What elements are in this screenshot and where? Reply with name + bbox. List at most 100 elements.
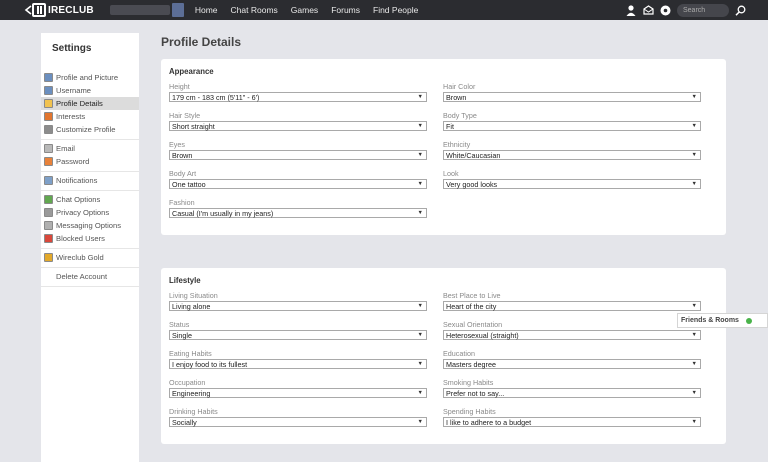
sidebar-item-delete-account[interactable]: Delete Account — [41, 270, 139, 283]
hair-color-select[interactable]: Brown ▼ — [443, 92, 701, 102]
chevron-down-icon: ▼ — [417, 390, 423, 396]
living-situation-select[interactable]: Living alone ▼ — [169, 301, 427, 311]
blocked-icon — [44, 234, 53, 243]
sidebar-item-privacy-options[interactable]: Privacy Options — [41, 206, 139, 219]
inbox-icon[interactable] — [642, 4, 654, 16]
friends-rooms-tab[interactable]: Friends & Rooms — [677, 313, 768, 328]
nav-games[interactable]: Games — [291, 0, 318, 20]
gold-icon — [44, 253, 53, 262]
field-label: Living Situation — [169, 291, 218, 300]
best-place-to-live-select[interactable]: Heart of the city ▼ — [443, 301, 701, 311]
sidebar-item-notifications[interactable]: Notifications — [41, 174, 139, 187]
field-label: Look — [443, 169, 459, 178]
field-occupation: Occupation Engineering ▼ — [169, 378, 427, 398]
sidebar-item-chat-options[interactable]: Chat Options — [41, 193, 139, 206]
search-input[interactable]: Search — [677, 3, 729, 17]
select-value: I enjoy food to its fullest — [172, 359, 248, 369]
chevron-down-icon: ▼ — [417, 361, 423, 367]
spending-habits-select[interactable]: I like to adhere to a budget ▼ — [443, 417, 701, 427]
sidebar-item-wireclub-gold[interactable]: Wireclub Gold — [41, 251, 139, 264]
field-fashion: Fashion Casual (I'm usually in my jeans) ▼ — [169, 198, 427, 218]
online-status-dot — [745, 317, 752, 324]
hair-style-select[interactable]: Short straight ▼ — [169, 121, 427, 131]
field-label: Drinking Habits — [169, 407, 218, 416]
field-label: Fashion — [169, 198, 195, 207]
sidebar-item-label: Customize Profile — [56, 125, 116, 134]
details-icon — [44, 99, 53, 108]
chevron-down-icon: ▼ — [691, 94, 697, 100]
body-art-select[interactable]: One tattoo ▼ — [169, 179, 427, 189]
settings-icon[interactable] — [659, 4, 671, 16]
select-value: Brown — [446, 92, 467, 102]
ethnicity-select[interactable]: White/Caucasian ▼ — [443, 150, 701, 160]
height-select[interactable]: 179 cm - 183 cm (5'11" - 6') ▼ — [169, 92, 427, 102]
sidebar-item-interests[interactable]: Interests — [41, 110, 139, 123]
chevron-down-icon: ▼ — [417, 419, 423, 425]
logo[interactable]: IRECLUB — [24, 0, 94, 20]
eyes-select[interactable]: Brown ▼ — [169, 150, 427, 160]
select-value: Very good looks — [446, 179, 498, 189]
status-select[interactable]: Single ▼ — [169, 330, 427, 340]
occupation-select[interactable]: Engineering ▼ — [169, 388, 427, 398]
select-value: Socially — [172, 417, 197, 427]
nav-home[interactable]: Home — [195, 0, 218, 20]
sidebar-group: Chat Options Privacy Options Messaging Opt… — [41, 191, 139, 249]
field-status: Status Single ▼ — [169, 320, 427, 340]
sidebar-item-label: Wireclub Gold — [56, 253, 104, 262]
sidebar-title: Settings — [52, 43, 92, 54]
select-value: Heart of the city — [446, 301, 497, 311]
sidebar-item-email[interactable]: Email — [41, 142, 139, 155]
top-bar: IRECLUB Home Chat Rooms Games Forums Fin… — [0, 0, 768, 20]
education-select[interactable]: Masters degree ▼ — [443, 359, 701, 369]
lifestyle-panel: Lifestyle Living Situation Living alone ▼ B… — [161, 268, 726, 444]
sidebar-group: Wireclub Gold — [41, 249, 139, 268]
sidebar-item-customize-profile[interactable]: Customize Profile — [41, 123, 139, 136]
nav-chat-rooms[interactable]: Chat Rooms — [231, 0, 278, 20]
sidebar-item-username[interactable]: Username — [41, 84, 139, 97]
user-icon[interactable] — [625, 4, 637, 16]
settings-sidebar: Settings Profile and Picture Username Prof… — [41, 33, 139, 462]
chevron-down-icon: ▼ — [691, 419, 697, 425]
sidebar-item-password[interactable]: Password — [41, 155, 139, 168]
logo-text: IRECLUB — [48, 4, 94, 16]
avatar[interactable] — [171, 3, 184, 17]
chevron-down-icon: ▼ — [691, 361, 697, 367]
field-spending-habits: Spending Habits I like to adhere to a bud… — [443, 407, 701, 427]
sidebar-item-messaging-options[interactable]: Messaging Options — [41, 219, 139, 232]
field-label: Body Art — [169, 169, 197, 178]
top-right-tools: Search — [620, 0, 746, 20]
chevron-down-icon: ▼ — [417, 332, 423, 338]
field-drinking-habits: Drinking Habits Socially ▼ — [169, 407, 427, 427]
sexual-orientation-select[interactable]: Heterosexual (straight) ▼ — [443, 330, 701, 340]
field-label: Eating Habits — [169, 349, 212, 358]
chevron-down-icon: ▼ — [417, 94, 423, 100]
search-icon[interactable] — [734, 4, 746, 16]
notifications-icon — [44, 176, 53, 185]
field-living-situation: Living Situation Living alone ▼ — [169, 291, 427, 311]
chevron-down-icon: ▼ — [691, 303, 697, 309]
look-select[interactable]: Very good looks ▼ — [443, 179, 701, 189]
sidebar-item-blocked-users[interactable]: Blocked Users — [41, 232, 139, 245]
sidebar-item-profile-and-picture[interactable]: Profile and Picture — [41, 71, 139, 84]
smoking-habits-select[interactable]: Prefer not to say... ▼ — [443, 388, 701, 398]
chat-icon — [44, 195, 53, 204]
select-value: I like to adhere to a budget — [446, 417, 532, 427]
sidebar-item-label: Notifications — [56, 176, 98, 185]
drinking-habits-select[interactable]: Socially ▼ — [169, 417, 427, 427]
lifestyle-title: Lifestyle — [169, 276, 201, 285]
sidebar-group: Notifications — [41, 172, 139, 191]
sidebar-group: Email Password — [41, 140, 139, 172]
body-type-select[interactable]: Fit ▼ — [443, 121, 701, 131]
eating-habits-select[interactable]: I enjoy food to its fullest ▼ — [169, 359, 427, 369]
sidebar-item-profile-details[interactable]: Profile Details — [41, 97, 139, 110]
sidebar-item-label: Chat Options — [56, 195, 101, 204]
select-value: Casual (I'm usually in my jeans) — [172, 208, 274, 218]
friends-rooms-label: Friends & Rooms — [681, 317, 739, 324]
nav-forums[interactable]: Forums — [331, 0, 360, 20]
fashion-select[interactable]: Casual (I'm usually in my jeans) ▼ — [169, 208, 427, 218]
field-eyes: Eyes Brown ▼ — [169, 140, 427, 160]
chevron-down-icon: ▼ — [417, 152, 423, 158]
field-label: Education — [443, 349, 475, 358]
field-label: Status — [169, 320, 190, 329]
nav-find-people[interactable]: Find People — [373, 0, 418, 20]
